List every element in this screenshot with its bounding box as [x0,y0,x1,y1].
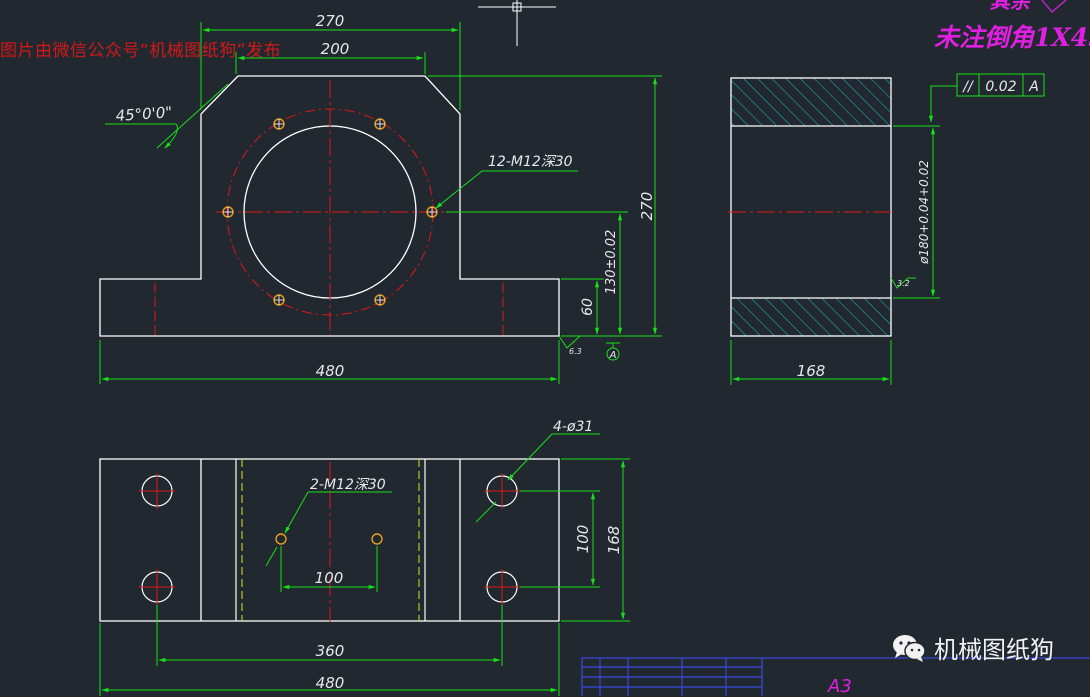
side-view: // 0.02 A ø180+0.04+0.02 168 3.2 [728,73,1045,385]
dim-spacing-small: 100 [315,569,344,587]
front-view: 270 200 45°0'0" 12-M12深30 270 130±0.02 6… [99,12,662,384]
dim-bore: ø180+0.04+0.02 [917,160,931,265]
tolerance-symbol: // [961,79,974,95]
small-threaded-holes [275,533,383,545]
roughness-note-main: 未注倒角1X45 [934,23,1090,52]
cad-drawing: 270 200 45°0'0" 12-M12深30 270 130±0.02 6… [99,0,1090,696]
watermark-text: 图片由微信公众号“机械图纸狗”发布 [0,41,282,61]
top-view: 4-ø31 2-M12深30 100 100 168 360 480 [99,419,630,696]
top-dimensions [99,433,630,696]
top-dimension-labels: 4-ø31 2-M12深30 100 100 168 360 480 [310,419,623,692]
dim-spacing-large-h: 360 [316,642,345,660]
dim-spacing-large-v: 100 [574,525,592,554]
tolerance-datum: A [1028,79,1039,95]
dim-depth: 168 [605,526,623,555]
dim-holes-note: 12-M12深30 [488,154,573,170]
dim-height-base: 60 [580,298,596,316]
dim-width-inner: 200 [321,40,350,58]
dim-holes-large: 4-ø31 [553,419,593,435]
crosshair-cursor [478,0,556,46]
roughness-front: 6.3 [569,347,582,356]
roughness-note-top: 其余 [990,0,1033,13]
dim-height-center: 130±0.02 [604,230,619,295]
datum-label: A [609,350,617,361]
dim-height-total: 270 [638,192,656,221]
dim-width-top: 270 [316,12,345,30]
brand-name: 机械图纸狗 [934,636,1054,664]
dim-width-base: 480 [316,362,345,380]
dim-width-top-view: 480 [316,674,345,692]
wechat-logo-icon [893,634,926,662]
tolerance-value: 0.02 [985,79,1016,95]
sheet-size-label: A3 [828,676,852,697]
roughness-side: 3.2 [897,279,910,288]
brand-badge: 机械图纸狗 [892,630,1054,665]
dim-angle: 45°0'0" [115,103,173,125]
roughness-note: 其余 未注倒角1X45 [934,0,1090,52]
front-dimension-labels: 270 200 45°0'0" 12-M12深30 270 130±0.02 6… [115,12,656,380]
dim-side-width: 168 [797,362,826,380]
dim-holes-small: 2-M12深30 [310,477,386,493]
